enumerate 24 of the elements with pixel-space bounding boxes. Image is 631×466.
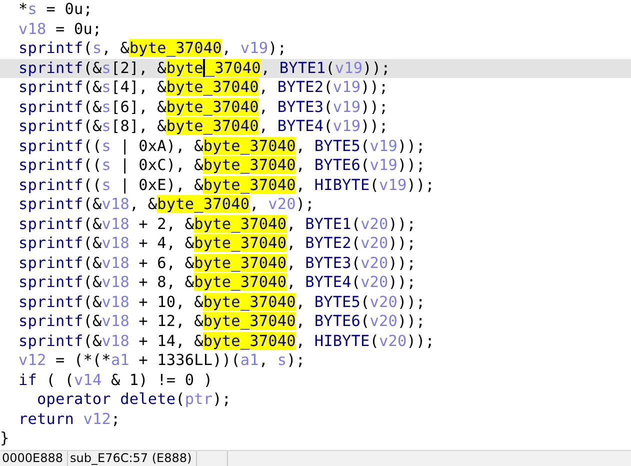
code-line: operator delete(ptr); <box>36 390 232 410</box>
code-line: sprintf(&s[8], &byte_37040, BYTE4(v19)); <box>17 117 390 136</box>
code-line: return v12; <box>17 410 122 429</box>
code-line: v12 = (*(*a1 + 1336LL))(a1, s); <box>17 351 306 370</box>
status-text: 0000E888 <box>0 451 68 466</box>
code-line: } <box>0 429 10 448</box>
code-line: sprintf(&v18 + 8, &byte_37040, BYTE4(v20)); <box>17 273 418 292</box>
code-line: sprintf((s | 0xE), &byte_37040, HIBYTE(v19)); <box>17 176 436 195</box>
code-line: *s = 0u; <box>17 0 94 20</box>
code-line: sprintf(&s[6], &byte_37040, BYTE3(v19)); <box>17 98 390 117</box>
status-text: sub_E76C:57 (E888) <box>68 451 197 466</box>
code-line: if ( (v14 & 1) != 0 ) <box>17 370 214 390</box>
code-line: sprintf((s | 0xA), &byte_37040, BYTE5(v19)); <box>17 136 426 156</box>
code-line: v18 = 0u; <box>17 20 103 39</box>
code-line: sprintf(&v18 + 14, &byte_37040, HIBYTE(v20)); <box>17 332 436 351</box>
code-line: sprintf(&s[4], &byte_37040, BYTE2(v19)); <box>17 78 390 98</box>
code-line: sprintf((s | 0xC), &byte_37040, BYTE6(v19)); <box>17 156 426 176</box>
code-line: sprintf(&v18, &byte_37040, v20); <box>17 195 316 214</box>
code-line: sprintf(&v18 + 4, &byte_37040, BYTE2(v20)); <box>17 234 418 254</box>
code-line: sprintf(&v18 + 12, &byte_37040, BYTE6(v20)); <box>17 312 426 332</box>
code-line: sprintf(&v18 + 6, &byte_37040, BYTE3(v20)); <box>17 254 418 273</box>
code-line: sprintf(&v18 + 10, &byte_37040, BYTE5(v20)); <box>17 292 426 312</box>
code-line: sprintf(&v18 + 2, &byte_37040, BYTE1(v20)); <box>17 214 418 234</box>
code-line: sprintf(s, &byte_37040, v19); <box>17 39 288 58</box>
